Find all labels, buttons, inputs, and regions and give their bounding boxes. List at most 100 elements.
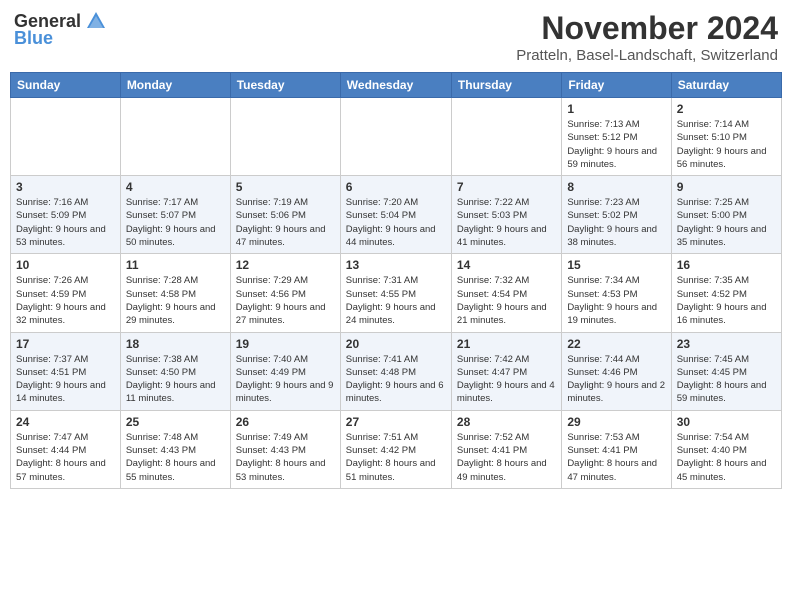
calendar-cell: 27 Sunrise: 7:51 AM Sunset: 4:42 PM Dayli… [340,410,451,488]
calendar-cell: 10 Sunrise: 7:26 AM Sunset: 4:59 PM Dayli… [11,254,121,332]
day-number: 12 [236,258,335,272]
logo: General Blue [14,10,107,49]
day-info: Sunrise: 7:35 AM Sunset: 4:52 PM Dayligh… [677,274,776,327]
calendar-cell: 18 Sunrise: 7:38 AM Sunset: 4:50 PM Dayli… [120,332,230,410]
calendar-cell: 2Sunrise: 7:14 AM Sunset: 5:10 PM Daylig… [671,98,781,176]
calendar-cell: 17 Sunrise: 7:37 AM Sunset: 4:51 PM Dayli… [11,332,121,410]
day-number: 3 [16,180,115,194]
calendar-cell: 7 Sunrise: 7:22 AM Sunset: 5:03 PM Daylig… [451,176,561,254]
calendar-cell: 14 Sunrise: 7:32 AM Sunset: 4:54 PM Dayli… [451,254,561,332]
calendar-cell: 26 Sunrise: 7:49 AM Sunset: 4:43 PM Dayli… [230,410,340,488]
day-number: 21 [457,337,556,351]
day-number: 24 [16,415,115,429]
day-info: Sunrise: 7:19 AM Sunset: 5:06 PM Dayligh… [236,196,335,249]
day-info: Sunrise: 7:49 AM Sunset: 4:43 PM Dayligh… [236,431,335,484]
day-info: Sunrise: 7:37 AM Sunset: 4:51 PM Dayligh… [16,353,115,406]
calendar-cell: 15Sunrise: 7:34 AM Sunset: 4:53 PM Dayli… [562,254,671,332]
title-section: November 2024 Pratteln, Basel-Landschaft… [516,10,778,64]
day-info: Sunrise: 7:28 AM Sunset: 4:58 PM Dayligh… [126,274,225,327]
calendar-cell: 6 Sunrise: 7:20 AM Sunset: 5:04 PM Daylig… [340,176,451,254]
day-info: Sunrise: 7:16 AM Sunset: 5:09 PM Dayligh… [16,196,115,249]
day-number: 9 [677,180,776,194]
calendar-cell: 5 Sunrise: 7:19 AM Sunset: 5:06 PM Daylig… [230,176,340,254]
calendar-cell: 30 Sunrise: 7:54 AM Sunset: 4:40 PM Dayli… [671,410,781,488]
calendar-header-row: SundayMondayTuesdayWednesdayThursdayFrid… [11,73,782,98]
calendar-cell [11,98,121,176]
calendar-cell [120,98,230,176]
day-number: 10 [16,258,115,272]
day-number: 29 [567,415,665,429]
day-info: Sunrise: 7:17 AM Sunset: 5:07 PM Dayligh… [126,196,225,249]
calendar-cell: 21Sunrise: 7:42 AM Sunset: 4:47 PM Dayli… [451,332,561,410]
calendar-cell: 28 Sunrise: 7:52 AM Sunset: 4:41 PM Dayli… [451,410,561,488]
day-info: Sunrise: 7:41 AM Sunset: 4:48 PM Dayligh… [346,353,446,406]
day-number: 28 [457,415,556,429]
day-number: 22 [567,337,665,351]
calendar-cell [451,98,561,176]
calendar-cell: 16 Sunrise: 7:35 AM Sunset: 4:52 PM Dayli… [671,254,781,332]
calendar-cell: 25Sunrise: 7:48 AM Sunset: 4:43 PM Dayli… [120,410,230,488]
day-info: Sunrise: 7:31 AM Sunset: 4:55 PM Dayligh… [346,274,446,327]
day-number: 4 [126,180,225,194]
page-header: General Blue November 2024 Pratteln, Bas… [10,10,782,64]
day-info: Sunrise: 7:26 AM Sunset: 4:59 PM Dayligh… [16,274,115,327]
calendar-cell: 19 Sunrise: 7:40 AM Sunset: 4:49 PM Dayli… [230,332,340,410]
day-info: Sunrise: 7:32 AM Sunset: 4:54 PM Dayligh… [457,274,556,327]
calendar-cell: 23 Sunrise: 7:45 AM Sunset: 4:45 PM Dayli… [671,332,781,410]
day-number: 27 [346,415,446,429]
calendar-cell: 9 Sunrise: 7:25 AM Sunset: 5:00 PM Daylig… [671,176,781,254]
day-number: 13 [346,258,446,272]
calendar-cell: 3 Sunrise: 7:16 AM Sunset: 5:09 PM Daylig… [11,176,121,254]
calendar-week-row: 17 Sunrise: 7:37 AM Sunset: 4:51 PM Dayli… [11,332,782,410]
calendar-week-row: 10 Sunrise: 7:26 AM Sunset: 4:59 PM Dayli… [11,254,782,332]
calendar-cell [340,98,451,176]
day-number: 15 [567,258,665,272]
day-number: 18 [126,337,225,351]
day-number: 30 [677,415,776,429]
day-info: Sunrise: 7:22 AM Sunset: 5:03 PM Dayligh… [457,196,556,249]
day-info: Sunrise: 7:23 AM Sunset: 5:02 PM Dayligh… [567,196,665,249]
day-number: 7 [457,180,556,194]
day-number: 11 [126,258,225,272]
day-number: 16 [677,258,776,272]
calendar-table: SundayMondayTuesdayWednesdayThursdayFrid… [10,72,782,489]
calendar-cell: 11 Sunrise: 7:28 AM Sunset: 4:58 PM Dayli… [120,254,230,332]
day-number: 5 [236,180,335,194]
day-info: Sunrise: 7:47 AM Sunset: 4:44 PM Dayligh… [16,431,115,484]
day-number: 6 [346,180,446,194]
day-number: 8 [567,180,665,194]
col-header-monday: Monday [120,73,230,98]
day-info: Sunrise: 7:25 AM Sunset: 5:00 PM Dayligh… [677,196,776,249]
calendar-week-row: 24 Sunrise: 7:47 AM Sunset: 4:44 PM Dayli… [11,410,782,488]
calendar-cell: 22 Sunrise: 7:44 AM Sunset: 4:46 PM Dayli… [562,332,671,410]
month-title: November 2024 [516,10,778,47]
calendar-cell: 29 Sunrise: 7:53 AM Sunset: 4:41 PM Dayli… [562,410,671,488]
day-info: Sunrise: 7:20 AM Sunset: 5:04 PM Dayligh… [346,196,446,249]
day-number: 23 [677,337,776,351]
day-info: Sunrise: 7:52 AM Sunset: 4:41 PM Dayligh… [457,431,556,484]
day-info: Sunrise: 7:14 AM Sunset: 5:10 PM Dayligh… [677,118,776,171]
day-number: 14 [457,258,556,272]
day-number: 20 [346,337,446,351]
calendar-week-row: 3 Sunrise: 7:16 AM Sunset: 5:09 PM Daylig… [11,176,782,254]
day-number: 17 [16,337,115,351]
col-header-tuesday: Tuesday [230,73,340,98]
day-info: Sunrise: 7:54 AM Sunset: 4:40 PM Dayligh… [677,431,776,484]
calendar-cell: 24 Sunrise: 7:47 AM Sunset: 4:44 PM Dayli… [11,410,121,488]
day-info: Sunrise: 7:40 AM Sunset: 4:49 PM Dayligh… [236,353,335,406]
calendar-week-row: 1Sunrise: 7:13 AM Sunset: 5:12 PM Daylig… [11,98,782,176]
logo-text-blue: Blue [14,28,53,49]
day-info: Sunrise: 7:45 AM Sunset: 4:45 PM Dayligh… [677,353,776,406]
day-info: Sunrise: 7:51 AM Sunset: 4:42 PM Dayligh… [346,431,446,484]
col-header-wednesday: Wednesday [340,73,451,98]
day-info: Sunrise: 7:44 AM Sunset: 4:46 PM Dayligh… [567,353,665,406]
col-header-thursday: Thursday [451,73,561,98]
day-number: 26 [236,415,335,429]
day-number: 1 [567,102,665,116]
calendar-cell: 13 Sunrise: 7:31 AM Sunset: 4:55 PM Dayli… [340,254,451,332]
logo-icon [85,10,107,32]
calendar-cell: 8 Sunrise: 7:23 AM Sunset: 5:02 PM Daylig… [562,176,671,254]
day-info: Sunrise: 7:53 AM Sunset: 4:41 PM Dayligh… [567,431,665,484]
day-number: 19 [236,337,335,351]
day-info: Sunrise: 7:38 AM Sunset: 4:50 PM Dayligh… [126,353,225,406]
